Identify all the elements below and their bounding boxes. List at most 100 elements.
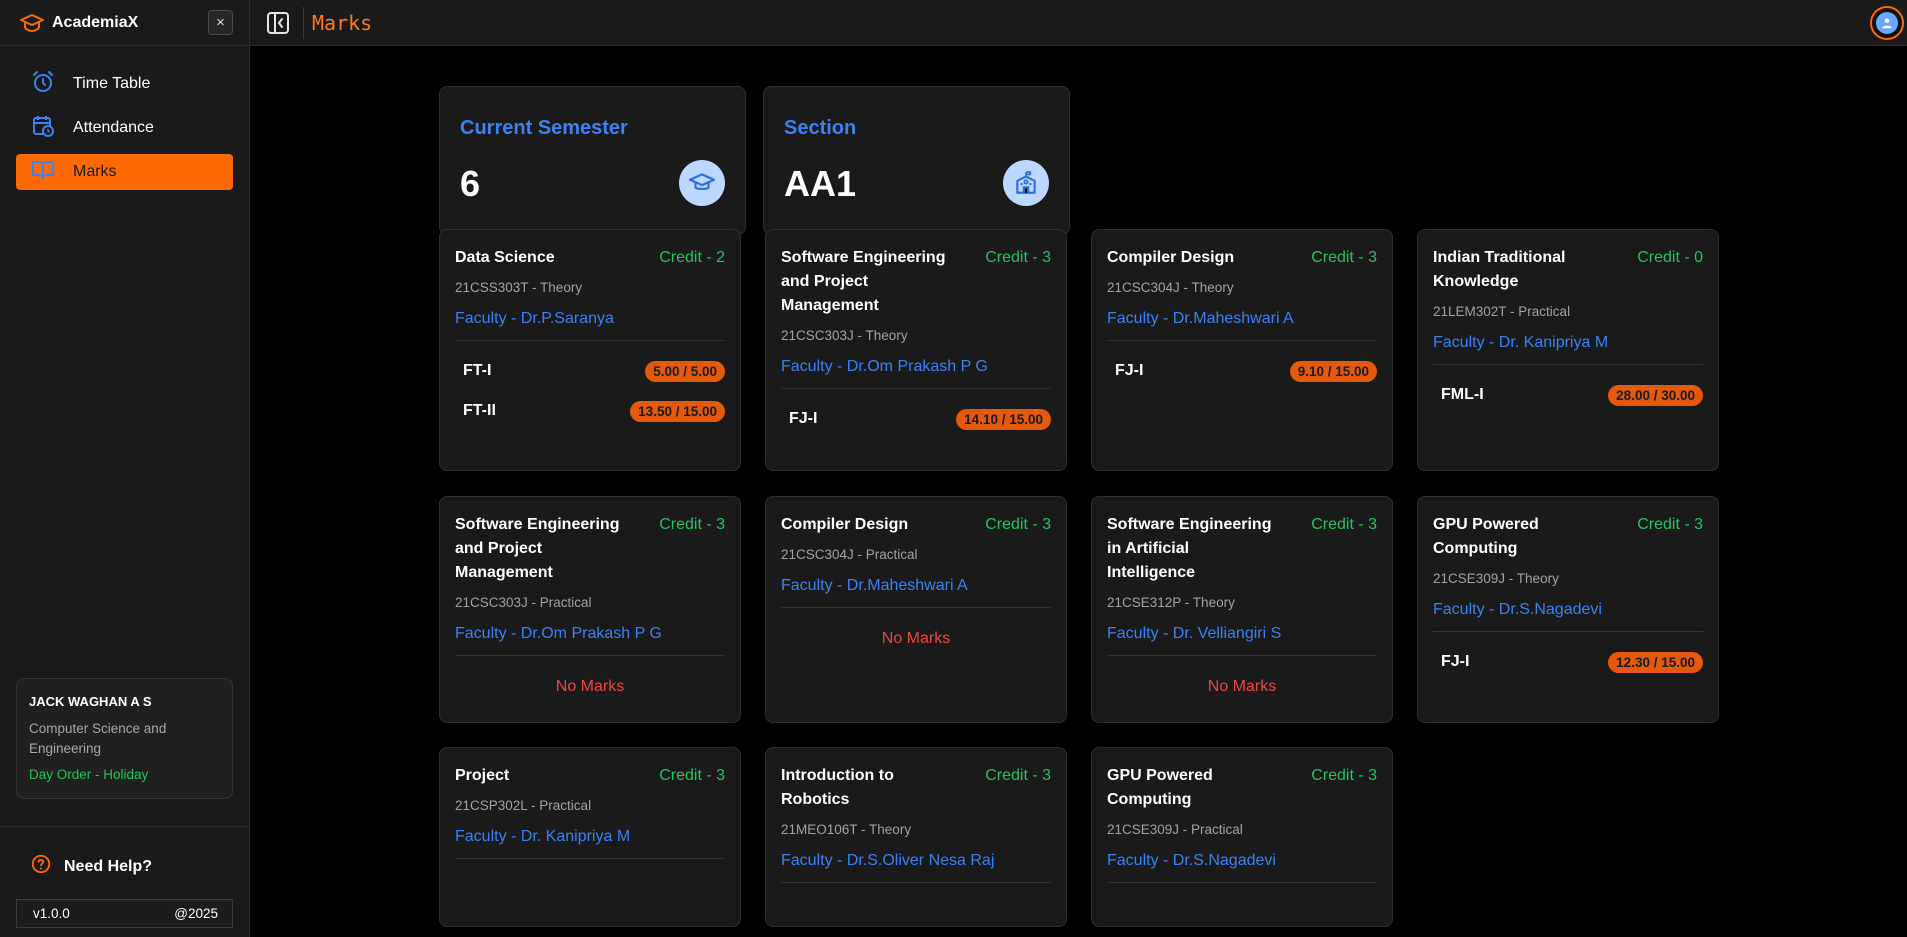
course-header: Compiler Design Credit - 3 bbox=[781, 513, 1051, 537]
help-circle-icon bbox=[30, 853, 64, 880]
close-sidebar-button[interactable]: × bbox=[208, 10, 233, 35]
avatar[interactable] bbox=[1870, 6, 1904, 40]
course-header: Data Science Credit - 2 bbox=[455, 246, 725, 270]
page-title: Marks bbox=[312, 10, 373, 35]
course-name: GPU Powered Computing bbox=[1107, 767, 1213, 808]
divider bbox=[1107, 882, 1377, 883]
brand-header: AcademiaX × bbox=[0, 0, 249, 46]
divider bbox=[303, 6, 304, 39]
course-header: Introduction to Robotics Credit - 3 bbox=[781, 764, 1051, 812]
score-badge: 9.10 / 15.00 bbox=[1289, 360, 1377, 382]
semester-value: 6 bbox=[460, 163, 481, 204]
course-credit: Credit - 3 bbox=[1311, 767, 1377, 784]
score-badge: 13.50 / 15.00 bbox=[630, 400, 725, 422]
divider bbox=[781, 607, 1051, 608]
section-card: Section AA1 bbox=[763, 86, 1070, 235]
course-faculty: Faculty - Dr. Velliangiri S bbox=[1107, 625, 1282, 642]
course-card: Introduction to Robotics Credit - 3 21MEO1… bbox=[765, 747, 1067, 927]
divider bbox=[455, 858, 725, 859]
exam-name: FJ-I bbox=[789, 410, 818, 427]
no-marks-label: No Marks bbox=[555, 678, 625, 695]
sidebar-item-time-table[interactable]: Time Table bbox=[16, 66, 233, 102]
section-label: Section bbox=[784, 117, 857, 139]
course-code: 21CSC304J - Theory bbox=[1107, 280, 1234, 295]
topbar: Marks bbox=[250, 0, 1907, 46]
course-header: Indian Traditional Knowledge Credit - 0 bbox=[1433, 246, 1703, 294]
course-header: Software Engineering and Project Managem… bbox=[781, 246, 1051, 318]
course-card: GPU Powered Computing Credit - 3 21CSE309J… bbox=[1417, 496, 1719, 723]
course-credit: Credit - 3 bbox=[659, 767, 725, 784]
course-code: 21CSE309J - Theory bbox=[1433, 571, 1559, 586]
course-code: 21CSE312P - Theory bbox=[1107, 595, 1235, 610]
divider bbox=[455, 340, 725, 341]
sidebar-item-label: Attendance bbox=[73, 119, 154, 136]
course-faculty: Faculty - Dr. Kanipriya M bbox=[1433, 334, 1609, 351]
sidebar: AcademiaX × Time Table Attendance Marks … bbox=[0, 0, 250, 937]
version-footer: v1.0.0 @2025 bbox=[16, 899, 233, 928]
course-code: 21CSC303J - Theory bbox=[781, 328, 908, 343]
course-name: GPU Powered Computing bbox=[1433, 516, 1539, 557]
divider bbox=[1107, 655, 1377, 656]
sidebar-toggle-icon[interactable] bbox=[265, 10, 291, 36]
course-code: 21CSP302L - Practical bbox=[455, 798, 592, 813]
course-header: Project Credit - 3 bbox=[455, 764, 725, 788]
course-card: GPU Powered Computing Credit - 3 21CSE309J… bbox=[1091, 747, 1393, 927]
sidebar-nav: Time Table Attendance Marks bbox=[0, 46, 249, 190]
course-header: Compiler Design Credit - 3 bbox=[1107, 246, 1377, 270]
copyright-year: @2025 bbox=[174, 906, 218, 921]
course-card: Project Credit - 3 21CSP302L - Practical Fa… bbox=[439, 747, 741, 927]
score-badge: 14.10 / 15.00 bbox=[956, 408, 1051, 430]
marks-row: FT-II 13.50 / 15.00 bbox=[455, 391, 725, 431]
course-header: GPU Powered Computing Credit - 3 bbox=[1107, 764, 1377, 812]
course-faculty: Faculty - Dr.S.Nagadevi bbox=[1107, 852, 1276, 869]
divider bbox=[1433, 631, 1703, 632]
exam-name: FJ-I bbox=[1441, 653, 1470, 670]
divider bbox=[781, 882, 1051, 883]
sidebar-item-label: Time Table bbox=[73, 75, 151, 92]
no-marks-label: No Marks bbox=[881, 630, 951, 647]
exam-name: FML-I bbox=[1441, 386, 1484, 403]
exam-name: FT-I bbox=[463, 362, 492, 379]
need-help-label: Need Help? bbox=[64, 857, 153, 875]
course-name: Indian Traditional Knowledge bbox=[1433, 249, 1566, 290]
book-open-icon bbox=[31, 158, 73, 187]
course-name: Compiler Design bbox=[1107, 249, 1235, 266]
course-credit: Credit - 3 bbox=[985, 516, 1051, 533]
user-name: JACK WAGHAN A S bbox=[29, 694, 152, 709]
user-card: JACK WAGHAN A S Computer Science and Eng… bbox=[16, 678, 233, 799]
need-help-link[interactable]: Need Help? bbox=[30, 853, 152, 880]
course-card: Indian Traditional Knowledge Credit - 0 21… bbox=[1417, 229, 1719, 471]
course-header: Software Engineering and Project Managem… bbox=[455, 513, 725, 585]
course-name: Compiler Design bbox=[781, 516, 909, 533]
sidebar-item-label: Marks bbox=[73, 163, 117, 180]
exam-name: FJ-I bbox=[1115, 362, 1144, 379]
course-credit: Credit - 3 bbox=[1311, 249, 1377, 266]
divider bbox=[1433, 364, 1703, 365]
sidebar-item-attendance[interactable]: Attendance bbox=[16, 110, 233, 146]
course-credit: Credit - 3 bbox=[659, 516, 725, 533]
course-faculty: Faculty - Dr.Maheshwari A bbox=[1107, 310, 1294, 327]
course-card: Software Engineering and Project Managem… bbox=[439, 496, 741, 723]
marks-row: FJ-I 12.30 / 15.00 bbox=[1433, 642, 1703, 682]
divider bbox=[0, 826, 250, 827]
divider bbox=[781, 388, 1051, 389]
course-name: Software Engineering in Artificial Intel… bbox=[1107, 516, 1272, 581]
course-name: Data Science bbox=[455, 249, 555, 266]
graduation-cap-icon bbox=[20, 13, 44, 33]
graduation-cap-icon bbox=[679, 160, 725, 206]
main-content: Current Semester 6 Section AA1 Data Scie… bbox=[250, 47, 1907, 937]
course-code: 21CSC304J - Practical bbox=[781, 547, 918, 562]
section-value: AA1 bbox=[784, 163, 857, 204]
course-faculty: Faculty - Dr. Kanipriya M bbox=[455, 828, 631, 845]
course-faculty: Faculty - Dr.P.Saranya bbox=[455, 310, 614, 327]
divider bbox=[455, 655, 725, 656]
course-faculty: Faculty - Dr.S.Oliver Nesa Raj bbox=[781, 852, 995, 869]
user-icon bbox=[1876, 12, 1898, 34]
alarm-clock-icon bbox=[31, 70, 73, 99]
no-marks-label: No Marks bbox=[1207, 678, 1277, 695]
course-code: 21LEM302T - Practical bbox=[1433, 304, 1571, 319]
sidebar-item-marks[interactable]: Marks bbox=[16, 154, 233, 190]
score-badge: 12.30 / 15.00 bbox=[1608, 651, 1703, 673]
course-name: Project bbox=[455, 767, 510, 784]
app-name: AcademiaX bbox=[52, 13, 139, 31]
